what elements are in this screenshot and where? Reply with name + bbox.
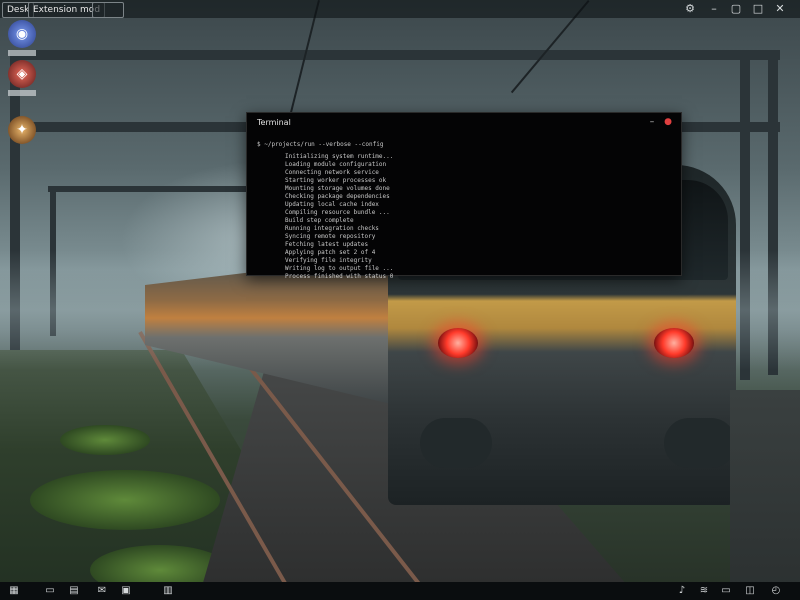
top-bar: Desk Extension mod ⚙ – ▢ □ ✕: [0, 0, 800, 18]
terminal-line: Initializing system runtime...: [285, 153, 394, 160]
window-title: Terminal: [257, 118, 291, 127]
terminal-line: Syncing remote repository: [285, 233, 376, 240]
desktop-icon-label: [8, 90, 36, 96]
train-buffer: [664, 418, 736, 468]
mail-icon[interactable]: ✉: [96, 585, 108, 597]
close-icon[interactable]: ✕: [774, 3, 786, 15]
terminal-line: Process finished with status 0: [285, 273, 394, 280]
gantry-beam: [20, 50, 780, 60]
folder-icon[interactable]: ▭: [44, 585, 56, 597]
inbox-icon[interactable]: ▥: [162, 585, 174, 597]
terminal-line: Connecting network service: [285, 169, 379, 176]
terminal-line: Verifying file integrity: [285, 257, 372, 264]
terminal-output[interactable]: $ ~/projects/run --verbose --config Init…: [257, 141, 667, 281]
side-track: [730, 390, 800, 600]
terminal-line: Applying patch set 2 of 4: [285, 249, 376, 256]
terminal-window[interactable]: Terminal – ● $ ~/projects/run --verbose …: [246, 112, 682, 280]
tab-blank[interactable]: [92, 2, 124, 18]
browser-icon[interactable]: ◉: [8, 20, 36, 48]
terminal-line: Compiling resource bundle ...: [285, 209, 390, 216]
network-icon[interactable]: ≋: [698, 585, 710, 597]
terminal-line: Writing log to output file ...: [285, 265, 394, 272]
grass-clump: [60, 425, 150, 455]
train-headlight: [438, 328, 478, 358]
star-icon[interactable]: ✦: [8, 116, 36, 144]
sound-icon[interactable]: ♪: [676, 585, 688, 597]
window-close-icon[interactable]: ●: [663, 117, 673, 127]
train-buffer: [420, 418, 492, 468]
grass-clump: [30, 470, 220, 530]
window-minimize-icon[interactable]: –: [647, 117, 657, 127]
files-icon[interactable]: ▤: [68, 585, 80, 597]
restore-icon[interactable]: ▢: [730, 3, 742, 15]
taskbar: ▦ ▭ ▤ ✉ ▣ ▥ ♪ ≋ ▭ ◫ ◴: [0, 582, 800, 600]
battery-icon[interactable]: ▭: [720, 585, 732, 597]
terminal-line: Running integration checks: [285, 225, 379, 232]
desktop-wallpaper: [0, 0, 800, 600]
clock-icon[interactable]: ◴: [770, 585, 782, 597]
terminal-line: Mounting storage volumes done: [285, 185, 390, 192]
terminal-line: Loading module configuration: [285, 161, 387, 168]
terminal-line: Build step complete: [285, 217, 354, 224]
terminal-line: Starting worker processes ok: [285, 177, 387, 184]
terminal-line: Fetching latest updates: [285, 241, 369, 248]
gantry-beam: [48, 186, 248, 192]
desktop-icon-label: [8, 50, 36, 56]
start-icon[interactable]: ▦: [8, 585, 20, 597]
media-icon[interactable]: ◈: [8, 60, 36, 88]
train-headlight: [654, 328, 694, 358]
minimize-icon[interactable]: –: [708, 3, 720, 15]
maximize-icon[interactable]: □: [752, 3, 764, 15]
terminal-icon[interactable]: ▣: [120, 585, 132, 597]
settings-icon[interactable]: ⚙: [684, 3, 696, 15]
notification-icon[interactable]: ◫: [744, 585, 756, 597]
terminal-prompt: $ ~/projects/run --verbose --config: [257, 141, 384, 148]
terminal-line: Checking package dependencies: [285, 193, 390, 200]
terminal-line: Updating local cache index: [285, 201, 379, 208]
